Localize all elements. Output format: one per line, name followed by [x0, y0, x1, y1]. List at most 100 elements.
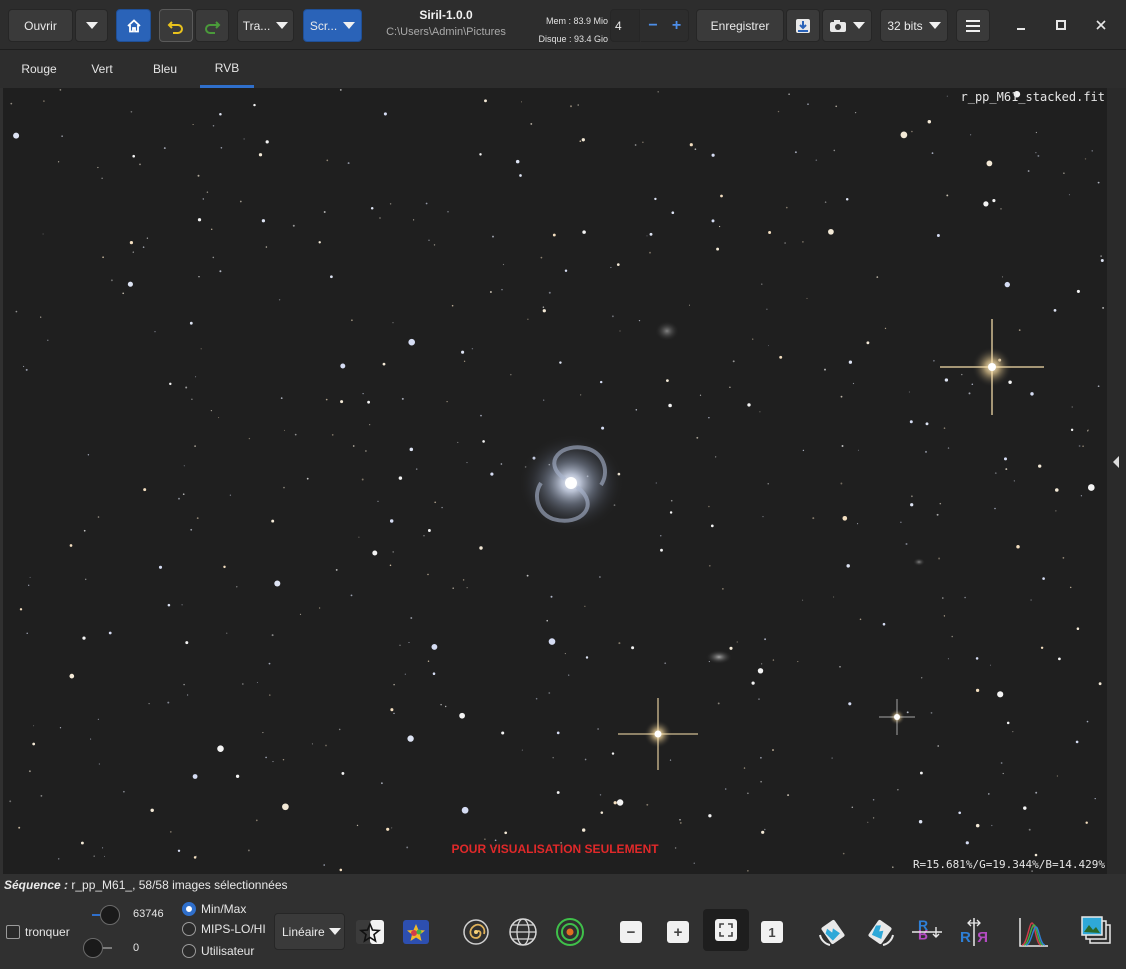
- star: [447, 210, 449, 213]
- home-button[interactable]: [116, 9, 151, 42]
- star: [854, 111, 857, 114]
- star: [1018, 329, 1021, 331]
- star: [660, 535, 662, 537]
- star: [361, 478, 364, 481]
- star: [521, 749, 523, 751]
- star: [1006, 721, 1010, 725]
- mode-user-radio[interactable]: [182, 944, 196, 958]
- zoom-actual-size-button[interactable]: 1: [754, 913, 790, 951]
- snapshot-button[interactable]: [822, 9, 872, 42]
- negative-view-button[interactable]: [352, 913, 388, 951]
- mode-minmax-radio[interactable]: [182, 902, 196, 916]
- star: [708, 564, 711, 567]
- star: [548, 291, 551, 294]
- clip-checkbox[interactable]: [6, 925, 20, 939]
- star: [87, 454, 90, 456]
- sidebar-toggle[interactable]: [1107, 88, 1126, 874]
- star: [459, 712, 465, 719]
- scripts-menu-button[interactable]: Scr...: [303, 9, 362, 42]
- stretch-mode-dropdown[interactable]: Linéaire: [274, 913, 345, 950]
- star: [655, 482, 657, 484]
- star: [841, 445, 844, 447]
- zoom-fit-button[interactable]: [703, 909, 749, 951]
- star: [43, 100, 45, 102]
- star: [97, 166, 99, 169]
- mode-mips-radio[interactable]: [182, 922, 196, 936]
- star: [1062, 557, 1065, 559]
- zoom-out-button[interactable]: −: [613, 913, 649, 951]
- star: [243, 138, 245, 140]
- star: [379, 217, 381, 219]
- star: [649, 251, 651, 254]
- threads-increment-button[interactable]: +: [665, 9, 689, 42]
- rotate-right-button[interactable]: [862, 913, 898, 951]
- star: [679, 821, 682, 824]
- star: [833, 149, 836, 152]
- image-stack-button[interactable]: [1079, 913, 1115, 951]
- main-menu-button[interactable]: [956, 9, 990, 42]
- zoom-in-button[interactable]: +: [660, 913, 696, 951]
- star: [846, 564, 850, 568]
- minimize-button[interactable]: [1008, 12, 1034, 38]
- photometry-button[interactable]: [552, 913, 588, 951]
- star: [258, 153, 263, 157]
- histogram-button[interactable]: [1016, 913, 1052, 951]
- star: [646, 803, 649, 806]
- image-viewport[interactable]: r_pp_M61_stacked.fit POUR VISUALISATION …: [3, 88, 1107, 874]
- star: [457, 441, 459, 443]
- star: [132, 251, 134, 253]
- star: [461, 806, 469, 814]
- star: [326, 159, 329, 162]
- mirror-vertical-button[interactable]: RR: [909, 913, 945, 951]
- redo-button[interactable]: [195, 9, 229, 42]
- star: [736, 641, 738, 643]
- mirror-horizontal-icon: RR: [960, 918, 988, 946]
- star: [947, 447, 950, 449]
- bitdepth-dropdown[interactable]: 32 bits: [880, 9, 948, 42]
- low-slider-knob[interactable]: [83, 938, 103, 958]
- star: [909, 420, 913, 424]
- star: [961, 373, 963, 376]
- star: [150, 808, 154, 813]
- galaxy-detection-button[interactable]: [458, 913, 494, 951]
- tab-rgb[interactable]: RVB: [200, 50, 254, 88]
- minimize-icon: [1017, 28, 1025, 30]
- star: [794, 151, 797, 154]
- star: [971, 383, 974, 386]
- rotate-left-button[interactable]: [815, 913, 851, 951]
- tab-green[interactable]: Vert: [74, 50, 130, 88]
- star: [763, 828, 766, 831]
- star: [61, 135, 63, 137]
- star: [219, 113, 222, 116]
- star: [462, 579, 465, 581]
- star: [392, 551, 395, 553]
- tab-blue[interactable]: Bleu: [138, 50, 192, 88]
- star: [490, 472, 494, 476]
- star: [812, 517, 815, 520]
- open-button[interactable]: Ouvrir: [8, 9, 73, 42]
- star: [196, 517, 199, 519]
- star: [372, 550, 378, 556]
- tab-red[interactable]: Rouge: [8, 50, 70, 88]
- star: [1013, 480, 1015, 482]
- mirror-horizontal-button[interactable]: RR: [956, 913, 992, 951]
- recent-files-dropdown[interactable]: [75, 9, 108, 42]
- close-button[interactable]: [1088, 12, 1114, 38]
- threads-decrement-button[interactable]: −: [641, 9, 665, 42]
- undo-button[interactable]: [159, 9, 193, 42]
- high-slider-knob[interactable]: [100, 905, 120, 925]
- star: [851, 806, 854, 809]
- redo-icon: [205, 20, 221, 34]
- plate-solve-button[interactable]: [505, 913, 541, 951]
- save-button[interactable]: Enregistrer: [696, 9, 784, 42]
- save-as-button[interactable]: [786, 9, 820, 42]
- star: [269, 694, 271, 696]
- star: [568, 674, 570, 676]
- star: [585, 656, 589, 659]
- maximize-button[interactable]: [1048, 12, 1074, 38]
- star: [866, 341, 870, 345]
- false-color-button[interactable]: [398, 913, 434, 951]
- threads-input[interactable]: 4: [610, 9, 640, 42]
- star: [987, 793, 990, 795]
- processing-menu-button[interactable]: Tra...: [237, 9, 294, 42]
